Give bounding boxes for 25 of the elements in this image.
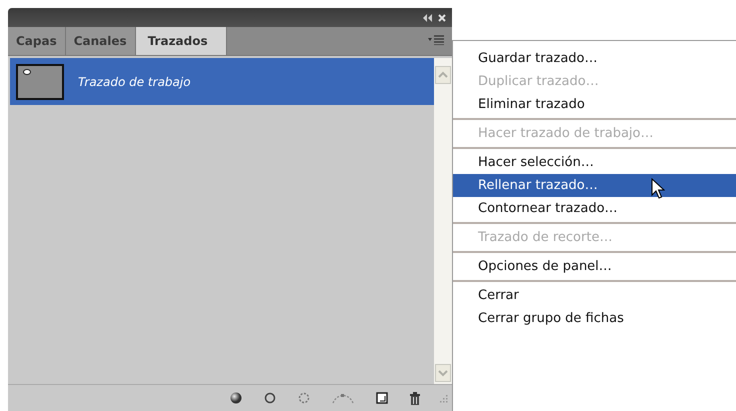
dotted-circle-icon[interactable] xyxy=(298,392,310,404)
trash-icon[interactable] xyxy=(410,392,420,404)
menu-item[interactable]: Contornear trazado… xyxy=(453,197,736,220)
curve-path-icon[interactable] xyxy=(332,392,354,404)
panel-tab[interactable]: Trazados xyxy=(136,27,227,55)
resize-grip-icon[interactable] xyxy=(438,393,448,403)
path-name: Trazado de trabajo xyxy=(78,74,191,88)
collapse-icon[interactable] xyxy=(422,14,432,22)
menu-item[interactable]: Opciones de panel… xyxy=(453,255,736,278)
menu-item[interactable]: Cerrar xyxy=(453,284,736,307)
panel-tab[interactable]: Canales xyxy=(66,27,136,55)
menu-item[interactable]: Cerrar grupo de fichas xyxy=(453,307,736,330)
cursor-icon xyxy=(651,178,665,200)
menu-item[interactable]: Hacer selección… xyxy=(453,151,736,174)
path-row[interactable]: Trazado de trabajo xyxy=(10,58,434,105)
menu-item[interactable]: Rellenar trazado… xyxy=(453,174,736,197)
new-path-icon[interactable] xyxy=(376,392,388,404)
sphere-icon[interactable] xyxy=(230,392,242,404)
circle-icon[interactable] xyxy=(264,392,276,404)
panel-menu-icon[interactable] xyxy=(428,35,444,45)
menu-item[interactable]: Guardar trazado… xyxy=(453,47,736,70)
close-icon[interactable] xyxy=(438,14,446,22)
panel-tab[interactable]: Capas xyxy=(8,27,66,55)
menu-item[interactable]: Eliminar trazado xyxy=(453,93,736,116)
path-thumbnail xyxy=(16,64,64,100)
